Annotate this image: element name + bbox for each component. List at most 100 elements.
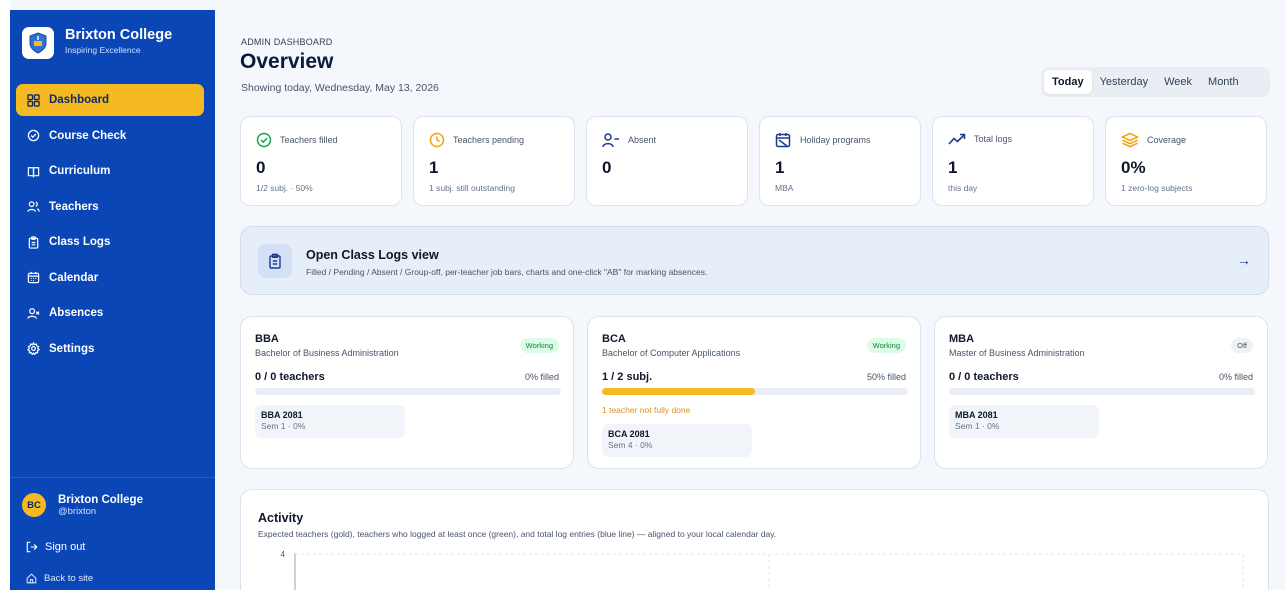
program-code: BBA [255,333,279,345]
stat-note: 1 subj. still outstanding [429,183,515,193]
stat-label: Coverage [1147,135,1187,145]
user-handle: @brixton [58,505,97,517]
stat-value: 0 [602,158,612,177]
clipboard-icon [26,235,40,249]
sidebar: Brixton College Inspiring Excellence Das… [10,10,215,590]
sidebar-item-course-check[interactable]: Course Check [16,120,204,152]
sidebar-divider [10,477,215,478]
date-range-selector: Today Yesterday Week Month [1041,67,1270,97]
stat-value: 0 [256,158,266,177]
range-month-button[interactable]: Month [1200,70,1247,94]
progress-fill [602,388,755,395]
range-week-button[interactable]: Week [1156,70,1200,94]
activity-card: Activity Expected teachers (gold), teach… [240,489,1269,590]
clock-icon [429,132,445,148]
layers-icon [1121,132,1139,148]
program-card-bba[interactable]: BBA Bachelor of Business Administration … [240,316,574,469]
open-class-logs-banner[interactable]: Open Class Logs view Filled / Pending / … [240,226,1269,295]
program-count: 1 / 2 subj. [602,371,653,383]
stat-label: Teachers filled [280,135,338,145]
program-fill: 50% filled [866,372,906,382]
calendar-off-icon [775,132,792,148]
check-circle-icon [256,132,272,148]
program-card-bca[interactable]: BCA Bachelor of Computer Applications Wo… [587,316,921,469]
sign-out-button[interactable]: Sign out [26,541,85,553]
sidebar-item-teachers[interactable]: Teachers [16,191,204,223]
program-fill: 0% filled [524,372,559,382]
program-warning: 1 teacher not fully done [602,405,691,415]
user-minus-icon [602,132,620,148]
window-edge [0,0,10,590]
progress-bar [255,388,561,395]
sidebar-item-absences[interactable]: Absences [16,297,204,329]
stat-card-absent: Absent 0 [586,116,748,206]
sidebar-item-calendar[interactable]: Calendar [16,262,204,294]
activity-description: Expected teachers (gold), teachers who l… [258,529,777,539]
program-count: 0 / 0 teachers [255,371,325,383]
y-tick-label: 4 [281,550,286,559]
batch-meta: Sem 1 · 0% [261,421,306,431]
batch-chip[interactable]: MBA 2081 Sem 1 · 0% [949,405,1099,438]
brand[interactable]: Brixton College Inspiring Excellence [22,27,172,59]
clipboard-icon [258,244,292,278]
banner-title: Open Class Logs view [306,248,439,262]
back-to-site-link[interactable]: Back to site [26,573,93,584]
stat-value: 1 [429,158,439,177]
stat-card-teachers-pending: Teachers pending 1 1 subj. still outstan… [413,116,575,206]
sidebar-item-label: Settings [49,342,95,355]
batch-meta: Sem 1 · 0% [955,421,1000,431]
batch-name: BBA 2081 [261,410,303,420]
program-card-mba[interactable]: MBA Master of Business Administration Of… [934,316,1268,469]
college-logo [22,27,54,59]
stat-label: Absent [628,135,657,145]
activity-title: Activity [258,511,304,525]
batch-name: MBA 2081 [955,410,998,420]
stat-value: 0% [1121,158,1146,177]
batch-chip[interactable]: BCA 2081 Sem 4 · 0% [602,424,752,457]
sidebar-item-settings[interactable]: Settings [16,333,204,365]
sign-out-icon [26,541,38,553]
status-badge: Working [866,338,906,353]
user-name: Brixton College [58,493,143,506]
stat-card-coverage: Coverage 0% 1 zero-log subjects [1105,116,1267,206]
stat-label: Teachers pending [453,135,525,145]
main-content: ADMIN DASHBOARD Overview Showing today, … [215,0,1285,590]
status-badge: Off [1231,338,1253,353]
batch-chip[interactable]: BBA 2081 Sem 1 · 0% [255,405,405,438]
sidebar-nav: Dashboard Course Check Curriculum Teache… [16,84,204,368]
program-name: Bachelor of Computer Applications [602,348,741,358]
users-icon [26,200,40,214]
progress-bar [949,388,1255,395]
sidebar-item-curriculum[interactable]: Curriculum [16,155,204,187]
stat-label: Holiday programs [800,135,871,145]
check-circle-icon [26,129,40,143]
stat-note: 1 zero-log subjects [1121,183,1193,193]
sidebar-item-label: Curriculum [49,165,111,177]
calendar-icon [26,271,40,285]
stat-value: 1 [775,158,785,177]
stat-card-holiday-programs: Holiday programs 1 MBA [759,116,921,206]
program-name: Master of Business Administration [949,348,1085,358]
page-subtitle: Showing today, Wednesday, May 13, 2026 [241,82,439,94]
sidebar-item-class-logs[interactable]: Class Logs [16,226,204,258]
brand-name: Brixton College [65,27,173,43]
sidebar-item-label: Course Check [49,129,127,142]
stat-value: 1 [948,158,958,177]
stat-note: 1/2 subj. · 50% [256,183,313,193]
program-count: 0 / 0 teachers [949,371,1019,383]
sidebar-item-label: Teachers [49,200,99,213]
book-icon [26,164,40,178]
sidebar-item-dashboard[interactable]: Dashboard [16,84,204,116]
avatar: BC [22,493,46,517]
grid-icon [26,93,40,107]
status-badge: Working [519,338,559,353]
batch-name: BCA 2081 [608,429,650,439]
range-yesterday-button[interactable]: Yesterday [1092,70,1157,94]
arrow-right-icon[interactable]: → [1237,252,1251,268]
program-name: Bachelor of Business Administration [255,348,399,358]
brand-tagline: Inspiring Excellence [65,45,141,55]
trend-icon [948,132,966,146]
user-profile[interactable]: BC Brixton College @brixton [22,493,143,517]
range-today-button[interactable]: Today [1044,70,1092,94]
activity-chart: 4 [281,550,1244,590]
